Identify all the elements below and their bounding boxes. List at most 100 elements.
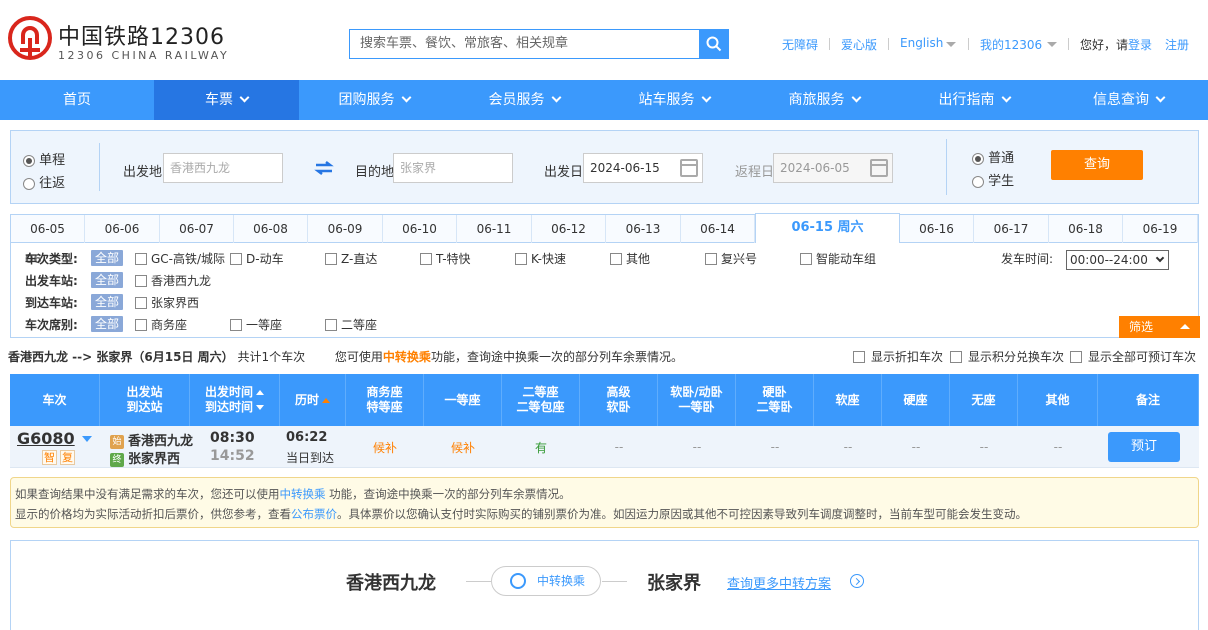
from-station-checkbox[interactable]: 香港西九龙 <box>135 272 211 290</box>
seat-type-label: 车次席别: <box>25 318 78 332</box>
from-station-input[interactable]: 香港西九龙 <box>163 153 283 183</box>
type-checkbox[interactable]: 复兴号 <box>705 250 757 268</box>
table-row[interactable]: G6080 智 复 始香港西九龙 终张家界西 08:30 14:52 06:22… <box>10 426 1199 468</box>
calendar-icon[interactable] <box>680 159 698 177</box>
date-tab[interactable]: 06-08 <box>234 215 308 243</box>
divider <box>888 38 889 50</box>
calendar-icon[interactable] <box>870 159 888 177</box>
oneway-radio[interactable]: 单程 <box>23 149 65 168</box>
type-checkbox[interactable]: D-动车 <box>230 250 284 268</box>
nav-info-query[interactable]: 信息查询 <box>1049 80 1208 120</box>
type-checkbox[interactable]: K-快速 <box>515 250 566 268</box>
roundtrip-radio[interactable]: 往返 <box>23 172 65 191</box>
published-fare-link[interactable]: 公布票价 <box>291 507 337 521</box>
nav-tickets[interactable]: 车票 <box>154 80 299 120</box>
transfer-link[interactable]: 中转换乘 <box>280 487 326 501</box>
register-link[interactable]: 注册 <box>1165 36 1189 53</box>
nav-home[interactable]: 首页 <box>0 80 154 120</box>
return-date-input[interactable]: 2024-06-05 <box>773 153 893 183</box>
chevron-down-icon[interactable] <box>82 436 92 442</box>
filter-panel: 06 车次类型: 全部 GC-高铁/城际 D-动车 Z-直达 T-特快 K-快速… <box>10 243 1200 338</box>
nav-travel-guide[interactable]: 出行指南 <box>899 80 1049 120</box>
date-tab[interactable]: 06-07 <box>160 215 234 243</box>
transfer-link[interactable]: 中转换乘 <box>383 350 431 364</box>
show-points-checkbox[interactable]: 显示积分兑换车次 <box>950 348 1064 365</box>
hint-suffix: 功能，查询途中换乘一次的部分列车余票情况。 <box>430 350 683 364</box>
date-tab[interactable]: 06-19 <box>1123 215 1198 243</box>
column-header: 二等座 二等包座 <box>502 374 580 426</box>
seat-availability-cell: -- <box>979 440 989 454</box>
train-number-link[interactable]: G6080 <box>17 429 75 448</box>
all-from-stations-button[interactable]: 全部 <box>91 272 124 288</box>
checkbox-icon <box>610 252 622 265</box>
login-link[interactable]: 登录 <box>1128 36 1152 53</box>
all-to-stations-button[interactable]: 全部 <box>91 294 124 310</box>
to-station-checkbox[interactable]: 张家界西 <box>135 294 199 312</box>
language-english-link[interactable]: English <box>900 36 943 50</box>
accessibility-link[interactable]: 无障碍 <box>782 36 818 53</box>
seat-availability-cell[interactable]: 候补 <box>424 426 502 468</box>
seat-checkbox[interactable]: 二等座 <box>325 316 377 334</box>
more-transfer-link[interactable]: 查询更多中转方案 <box>727 573 831 592</box>
filter-toggle-button[interactable]: 筛选 <box>1119 316 1200 338</box>
seat-availability-cell[interactable]: 有 <box>502 426 580 468</box>
result-summary: 香港西九龙 --> 张家界（6月15日 周六） 共计1个车次 您可使用中转换乘功… <box>8 348 683 365</box>
date-tab[interactable]: 06-15 周六 <box>755 213 900 244</box>
radio-checked-icon <box>972 152 984 165</box>
all-seats-button[interactable]: 全部 <box>91 316 124 332</box>
column-header-label: 无座 <box>971 392 996 407</box>
logo-title[interactable]: 中国铁路12306 <box>58 19 225 51</box>
station-label: 张家界西 <box>151 296 200 310</box>
date-tab[interactable]: 06-09 <box>308 215 383 243</box>
type-label: 其他 <box>626 252 651 266</box>
normal-ticket-radio[interactable]: 普通 <box>972 147 1014 166</box>
seat-checkbox[interactable]: 商务座 <box>135 316 187 334</box>
column-header[interactable]: 历时 <box>280 374 346 426</box>
date-tab[interactable]: 06-16 <box>900 215 974 243</box>
seat-checkbox[interactable]: 一等座 <box>230 316 282 334</box>
query-button[interactable]: 查询 <box>1051 150 1143 180</box>
date-tab[interactable]: 06-10 <box>383 215 457 243</box>
column-header[interactable]: 出发时间 到达时间 <box>190 374 280 426</box>
transfer-pill[interactable]: 中转换乘 <box>491 566 601 596</box>
chevron-right-circle-icon[interactable] <box>850 574 864 588</box>
nav-business-travel[interactable]: 商旅服务 <box>749 80 899 120</box>
type-checkbox[interactable]: GC-高铁/城际 <box>135 250 225 268</box>
date-tab[interactable]: 06-05 <box>11 215 85 243</box>
date-tab[interactable]: 06-12 <box>532 215 606 243</box>
type-checkbox[interactable]: 智能动车组 <box>800 250 876 268</box>
depart-date-input[interactable]: 2024-06-15 <box>583 153 703 183</box>
nav-label: 会员服务 <box>488 92 545 108</box>
site-search-input[interactable]: 搜索车票、餐饮、常旅客、相关规章 <box>349 29 700 59</box>
student-ticket-radio[interactable]: 学生 <box>972 170 1014 189</box>
nav-station-service[interactable]: 站车服务 <box>599 80 749 120</box>
date-tab[interactable]: 06-14 <box>681 215 755 243</box>
care-mode-link[interactable]: 爱心版 <box>841 36 877 53</box>
duration: 06:22 <box>286 430 328 445</box>
date-tab[interactable]: 06-06 <box>85 215 160 243</box>
my-12306-link[interactable]: 我的12306 <box>980 36 1042 53</box>
date-tab[interactable]: 06-13 <box>606 215 681 243</box>
swap-stations-icon[interactable] <box>314 161 334 175</box>
book-button[interactable]: 预订 <box>1108 432 1180 462</box>
type-checkbox[interactable]: 其他 <box>610 250 650 268</box>
depart-time-select[interactable]: 00:00--24:00 <box>1066 250 1169 270</box>
type-checkbox[interactable]: T-特快 <box>420 250 471 268</box>
train-type-label: 车次类型: <box>25 252 78 266</box>
type-label: 复兴号 <box>721 252 758 266</box>
nav-group-service[interactable]: 团购服务 <box>299 80 449 120</box>
railway-logo-icon[interactable] <box>8 16 52 60</box>
show-discount-checkbox[interactable]: 显示折扣车次 <box>853 348 943 365</box>
type-checkbox[interactable]: Z-直达 <box>325 250 377 268</box>
to-station-input[interactable]: 张家界 <box>393 153 513 183</box>
search-button[interactable] <box>699 29 729 59</box>
nav-member-service[interactable]: 会员服务 <box>449 80 599 120</box>
date-tab[interactable]: 06-17 <box>974 215 1049 243</box>
all-types-button[interactable]: 全部 <box>91 250 124 266</box>
date-tab[interactable]: 06-18 <box>1049 215 1123 243</box>
date-tab[interactable]: 06-11 <box>457 215 532 243</box>
show-all-bookable-checkbox[interactable]: 显示全部可预订车次 <box>1070 348 1196 365</box>
seat-availability-cell[interactable]: 候补 <box>346 426 424 468</box>
column-header: 高级 软卧 <box>580 374 658 426</box>
from-station-filter-row: 出发车站: 全部 香港西九龙 <box>25 272 425 290</box>
